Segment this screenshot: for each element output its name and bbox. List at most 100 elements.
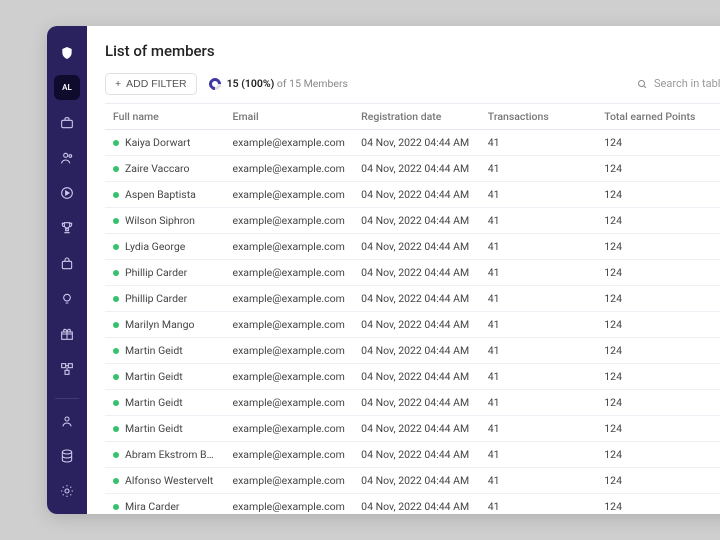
cell-name: Kaiya Dorwart — [105, 130, 225, 156]
cell-name: Martin Geidt — [105, 390, 225, 416]
cell-pts: 124 — [596, 182, 720, 208]
cell-pts: 124 — [596, 468, 720, 494]
table-row[interactable]: Martin Geidtexample@example.com04 Nov, 2… — [105, 390, 720, 416]
column-header[interactable]: Full name — [105, 104, 225, 130]
column-header[interactable]: Total earned Points — [596, 104, 720, 130]
cell-date: 04 Nov, 2022 04:44 AM — [353, 286, 480, 312]
members-table: Full nameEmailRegistration dateTransacti… — [105, 103, 720, 514]
cell-pts: 124 — [596, 156, 720, 182]
profile-icon[interactable] — [54, 409, 80, 434]
cell-date: 04 Nov, 2022 04:44 AM — [353, 182, 480, 208]
status-dot — [113, 504, 119, 510]
cell-tx: 41 — [480, 286, 596, 312]
cell-date: 04 Nov, 2022 04:44 AM — [353, 364, 480, 390]
cell-pts: 124 — [596, 286, 720, 312]
cell-email: example@example.com — [225, 130, 354, 156]
table-row[interactable]: Alfonso Westerveltexample@example.com04 … — [105, 468, 720, 494]
table-row[interactable]: Aspen Baptistaexample@example.com04 Nov,… — [105, 182, 720, 208]
table-row[interactable]: Wilson Siphronexample@example.com04 Nov,… — [105, 208, 720, 234]
status-dot — [113, 244, 119, 250]
search-input[interactable]: Search in table... — [629, 72, 720, 95]
cell-name: Martin Geidt — [105, 416, 225, 442]
status-dot — [113, 166, 119, 172]
play-icon[interactable] — [54, 181, 80, 206]
cell-pts: 124 — [596, 338, 720, 364]
table-row[interactable]: Phillip Carderexample@example.com04 Nov,… — [105, 260, 720, 286]
database-icon[interactable] — [54, 444, 80, 469]
table-row[interactable]: Lydia Georgeexample@example.com04 Nov, 2… — [105, 234, 720, 260]
cell-name: Marilyn Mango — [105, 312, 225, 338]
cell-date: 04 Nov, 2022 04:44 AM — [353, 494, 480, 515]
cell-email: example@example.com — [225, 286, 354, 312]
cell-pts: 124 — [596, 260, 720, 286]
cell-date: 04 Nov, 2022 04:44 AM — [353, 442, 480, 468]
status-dot — [113, 270, 119, 276]
cell-date: 04 Nov, 2022 04:44 AM — [353, 130, 480, 156]
table-row[interactable]: Mira Carderexample@example.com04 Nov, 20… — [105, 494, 720, 515]
cell-tx: 41 — [480, 338, 596, 364]
cell-email: example@example.com — [225, 442, 354, 468]
cell-tx: 41 — [480, 442, 596, 468]
nav-active[interactable]: AL — [54, 75, 80, 100]
cell-tx: 41 — [480, 234, 596, 260]
cell-name: Mira Carder — [105, 494, 225, 515]
gear-icon[interactable] — [54, 479, 80, 504]
table-row[interactable]: Zaire Vaccaroexample@example.com04 Nov, … — [105, 156, 720, 182]
bag-icon[interactable] — [54, 251, 80, 276]
cell-email: example@example.com — [225, 494, 354, 515]
cell-name: Wilson Siphron — [105, 208, 225, 234]
cell-pts: 124 — [596, 208, 720, 234]
trophy-icon[interactable] — [54, 216, 80, 241]
cell-date: 04 Nov, 2022 04:44 AM — [353, 338, 480, 364]
users-icon[interactable] — [54, 145, 80, 170]
main-panel: List of members A + ADD FILTER 15 (100%)… — [87, 26, 720, 514]
table-row[interactable]: Martin Geidtexample@example.com04 Nov, 2… — [105, 416, 720, 442]
status-dot — [113, 478, 119, 484]
add-filter-button[interactable]: + ADD FILTER — [105, 73, 197, 95]
count-rest: of 15 Members — [277, 77, 348, 90]
status-dot — [113, 322, 119, 328]
column-header[interactable]: Registration date — [353, 104, 480, 130]
status-dot — [113, 400, 119, 406]
cell-name: Aspen Baptista — [105, 182, 225, 208]
cell-name: Martin Geidt — [105, 364, 225, 390]
shield-icon[interactable] — [54, 40, 80, 65]
cell-email: example@example.com — [225, 338, 354, 364]
page-title: List of members — [105, 42, 215, 60]
table-row[interactable]: Phillip Carderexample@example.com04 Nov,… — [105, 286, 720, 312]
donut-icon — [206, 75, 223, 92]
cell-pts: 124 — [596, 442, 720, 468]
record-count: 15 (100%) of 15 Members — [209, 77, 348, 90]
cell-name: Zaire Vaccaro — [105, 156, 225, 182]
cell-name: Lydia George — [105, 234, 225, 260]
table-row[interactable]: Martin Geidtexample@example.com04 Nov, 2… — [105, 338, 720, 364]
cell-date: 04 Nov, 2022 04:44 AM — [353, 156, 480, 182]
count-bold: 15 (100%) — [227, 77, 275, 90]
table-row[interactable]: Kaiya Dorwartexample@example.com04 Nov, … — [105, 130, 720, 156]
cell-email: example@example.com — [225, 234, 354, 260]
search-placeholder: Search in table... — [654, 77, 720, 90]
cell-name: Abram Ekstrom Bothman — [105, 442, 225, 468]
cell-date: 04 Nov, 2022 04:44 AM — [353, 468, 480, 494]
status-dot — [113, 374, 119, 380]
integration-icon[interactable] — [54, 356, 80, 381]
status-dot — [113, 348, 119, 354]
cell-tx: 41 — [480, 494, 596, 515]
cell-email: example@example.com — [225, 156, 354, 182]
table-row[interactable]: Marilyn Mangoexample@example.com04 Nov, … — [105, 312, 720, 338]
cell-email: example@example.com — [225, 208, 354, 234]
bulb-icon[interactable] — [54, 286, 80, 311]
cell-pts: 124 — [596, 416, 720, 442]
column-header[interactable]: Email — [225, 104, 354, 130]
table-row[interactable]: Martin Geidtexample@example.com04 Nov, 2… — [105, 364, 720, 390]
cell-name: Phillip Carder — [105, 260, 225, 286]
briefcase-icon[interactable] — [54, 110, 80, 135]
gift-icon[interactable] — [54, 321, 80, 346]
sidebar: AL — [47, 26, 87, 514]
nav-active-label: AL — [62, 83, 72, 92]
cell-date: 04 Nov, 2022 04:44 AM — [353, 312, 480, 338]
table-row[interactable]: Abram Ekstrom Bothmanexample@example.com… — [105, 442, 720, 468]
cell-date: 04 Nov, 2022 04:44 AM — [353, 390, 480, 416]
cell-tx: 41 — [480, 130, 596, 156]
column-header[interactable]: Transactions — [480, 104, 596, 130]
